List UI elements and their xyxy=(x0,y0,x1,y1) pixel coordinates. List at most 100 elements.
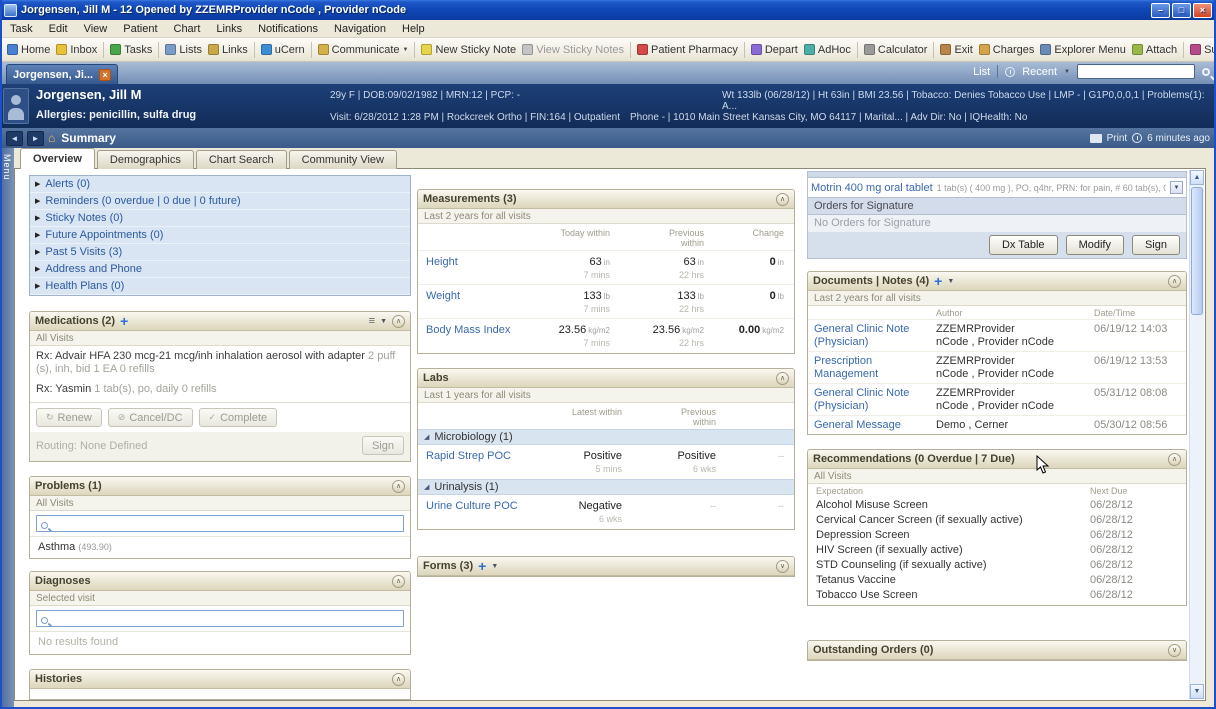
documents-filter[interactable]: Last 2 years for all visits xyxy=(808,291,1186,306)
toolbar-inbox[interactable]: Inbox xyxy=(53,42,100,58)
collapse-icon[interactable]: ∧ xyxy=(1168,275,1181,288)
toolbar-view-sticky-notes[interactable]: View Sticky Notes xyxy=(519,42,627,58)
close-patient-tab-icon[interactable]: × xyxy=(99,69,111,81)
quicklink-past-visits[interactable]: ▶Past 5 Visits (3) xyxy=(30,244,410,261)
renew-button[interactable]: ↻Renew xyxy=(36,408,102,427)
scroll-down-arrow[interactable]: ▼ xyxy=(1190,684,1204,699)
labs-filter[interactable]: Last 1 years for all visits xyxy=(418,388,794,403)
search-icon[interactable] xyxy=(1202,68,1210,76)
problems-filter[interactable]: All Visits xyxy=(30,496,410,511)
menu-links[interactable]: Links xyxy=(208,21,250,37)
forward-button[interactable]: ► xyxy=(27,131,44,146)
collapse-icon[interactable]: ∧ xyxy=(776,372,789,385)
menu-help[interactable]: Help xyxy=(394,21,433,37)
recommendation-row[interactable]: Tetanus Vaccine06/28/12 xyxy=(808,572,1186,587)
chevron-down-icon[interactable]: ▼ xyxy=(1170,181,1183,194)
problem-row[interactable]: Asthma (493.90) xyxy=(30,537,410,558)
toolbar-home[interactable]: Home xyxy=(4,42,53,58)
toolbar-communicate[interactable]: Communicate▼ xyxy=(315,42,412,58)
diagnoses-search-input[interactable] xyxy=(36,610,404,627)
measurements-filter[interactable]: Last 2 years for all visits xyxy=(418,209,794,224)
toolbar-adhoc[interactable]: AdHoc xyxy=(801,42,854,58)
toolbar-depart[interactable]: Depart xyxy=(748,42,801,58)
document-link[interactable]: General Clinic Note(Physician) xyxy=(808,387,936,413)
diagnoses-filter[interactable]: Selected visit xyxy=(30,591,410,606)
toolbar-calculator[interactable]: Calculator xyxy=(861,42,931,58)
menu-edit[interactable]: Edit xyxy=(41,21,76,37)
cancel-dc-button[interactable]: ⊘Cancel/DC xyxy=(108,408,193,427)
recent-button[interactable]: Recent xyxy=(1022,66,1057,78)
add-form-icon[interactable]: + xyxy=(478,560,486,572)
sign-button[interactable]: Sign xyxy=(362,436,404,455)
menu-notifications[interactable]: Notifications xyxy=(250,21,326,37)
recommendation-row[interactable]: Alcohol Misuse Screen06/28/12 xyxy=(808,497,1186,512)
menu-navigation[interactable]: Navigation xyxy=(326,21,394,37)
chevron-down-icon[interactable]: ▼ xyxy=(491,563,498,570)
order-row[interactable]: Motrin 400 mg oral tablet 1 tab(s) ( 400… xyxy=(807,177,1187,198)
view-menu-icon[interactable]: ≡ xyxy=(369,315,375,327)
order-med-link[interactable]: Motrin 400 mg oral tablet xyxy=(811,182,933,194)
back-button[interactable]: ◄ xyxy=(6,131,23,146)
list-button[interactable]: List xyxy=(973,66,990,78)
menu-view[interactable]: View xyxy=(76,21,116,37)
toolbar-links[interactable]: Links xyxy=(205,42,251,58)
medication-row[interactable]: Rx: Yasmin 1 tab(s), po, daily 0 refills xyxy=(30,379,410,399)
collapse-icon[interactable]: ∧ xyxy=(392,480,405,493)
document-link[interactable]: General Clinic Note(Physician) xyxy=(808,323,936,349)
toolbar-explorer-menu[interactable]: Explorer Menu xyxy=(1037,42,1129,58)
collapse-icon[interactable]: ∧ xyxy=(776,193,789,206)
scrollbar-thumb[interactable] xyxy=(1191,187,1203,315)
tab-community-view[interactable]: Community View xyxy=(289,150,397,169)
scroll-up-arrow[interactable]: ▲ xyxy=(1190,170,1204,185)
tab-overview[interactable]: Overview xyxy=(20,148,95,169)
collapse-icon[interactable]: ∧ xyxy=(392,575,405,588)
collapse-icon[interactable]: ∨ xyxy=(776,560,789,573)
sign-button[interactable]: Sign xyxy=(1132,235,1180,255)
dx-table-button[interactable]: Dx Table xyxy=(989,235,1058,255)
toolbar-attach[interactable]: Attach xyxy=(1129,42,1180,58)
measurement-link[interactable]: Body Mass Index xyxy=(418,324,518,348)
quicklink-sticky-notes[interactable]: ▶Sticky Notes (0) xyxy=(30,210,410,227)
medication-row[interactable]: Rx: Advair HFA 230 mcg-21 mcg/inh inhala… xyxy=(30,346,410,379)
add-document-icon[interactable]: + xyxy=(934,275,942,287)
chevron-down-icon[interactable]: ▼ xyxy=(380,318,387,325)
recommendation-row[interactable]: Cervical Cancer Screen (if sexually acti… xyxy=(808,512,1186,527)
recommendation-row[interactable]: Depression Screen06/28/12 xyxy=(808,527,1186,542)
quicklink-alerts[interactable]: ▶Alerts (0) xyxy=(30,176,410,193)
problems-search-input[interactable] xyxy=(36,515,404,532)
toolbar-exit[interactable]: Exit xyxy=(937,42,975,58)
chevron-down-icon[interactable]: ▼ xyxy=(947,278,954,285)
measurement-link[interactable]: Weight xyxy=(418,290,518,314)
toolbar-charges[interactable]: Charges xyxy=(976,42,1038,58)
toolbar-patient-pharmacy[interactable]: Patient Pharmacy xyxy=(634,42,741,58)
toolbar-tasks[interactable]: Tasks xyxy=(107,42,155,58)
collapse-icon[interactable]: ∨ xyxy=(1168,644,1181,657)
collapse-icon[interactable]: ∧ xyxy=(392,673,405,686)
measurement-link[interactable]: Height xyxy=(418,256,518,280)
tab-chart-search[interactable]: Chart Search xyxy=(196,150,287,169)
tab-demographics[interactable]: Demographics xyxy=(97,150,194,169)
collapse-icon[interactable]: ∧ xyxy=(392,315,405,328)
document-link[interactable]: General Message xyxy=(808,419,936,432)
modify-button[interactable]: Modify xyxy=(1066,235,1124,255)
medications-filter[interactable]: All Visits xyxy=(30,331,410,346)
patient-search-input[interactable] xyxy=(1077,64,1195,79)
patient-tab[interactable]: Jorgensen, Ji... × xyxy=(6,64,118,84)
vertical-scrollbar[interactable]: ▲ ▼ xyxy=(1189,170,1204,699)
recommendation-row[interactable]: HIV Screen (if sexually active)06/28/12 xyxy=(808,542,1186,557)
minimize-button[interactable]: – xyxy=(1151,3,1170,18)
quicklink-address-phone[interactable]: ▶Address and Phone xyxy=(30,261,410,278)
toolbar-new-sticky-note[interactable]: New Sticky Note xyxy=(418,42,519,58)
recommendations-filter[interactable]: All Visits xyxy=(808,469,1186,484)
close-button[interactable]: × xyxy=(1193,3,1212,18)
lab-link[interactable]: Urine Culture POC xyxy=(418,500,530,524)
quicklink-health-plans[interactable]: ▶Health Plans (0) xyxy=(30,278,410,295)
print-button[interactable]: Print xyxy=(1107,133,1128,144)
add-medication-icon[interactable]: + xyxy=(120,315,128,327)
quicklink-future-appointments[interactable]: ▶Future Appointments (0) xyxy=(30,227,410,244)
menu-chart[interactable]: Chart xyxy=(166,21,209,37)
chevron-down-icon[interactable]: ▼ xyxy=(1064,69,1070,75)
lab-group-microbiology[interactable]: ◢ Microbiology (1) xyxy=(418,429,794,445)
recommendation-row[interactable]: STD Counseling (if sexually active)06/28… xyxy=(808,557,1186,572)
menu-patient[interactable]: Patient xyxy=(115,21,165,37)
